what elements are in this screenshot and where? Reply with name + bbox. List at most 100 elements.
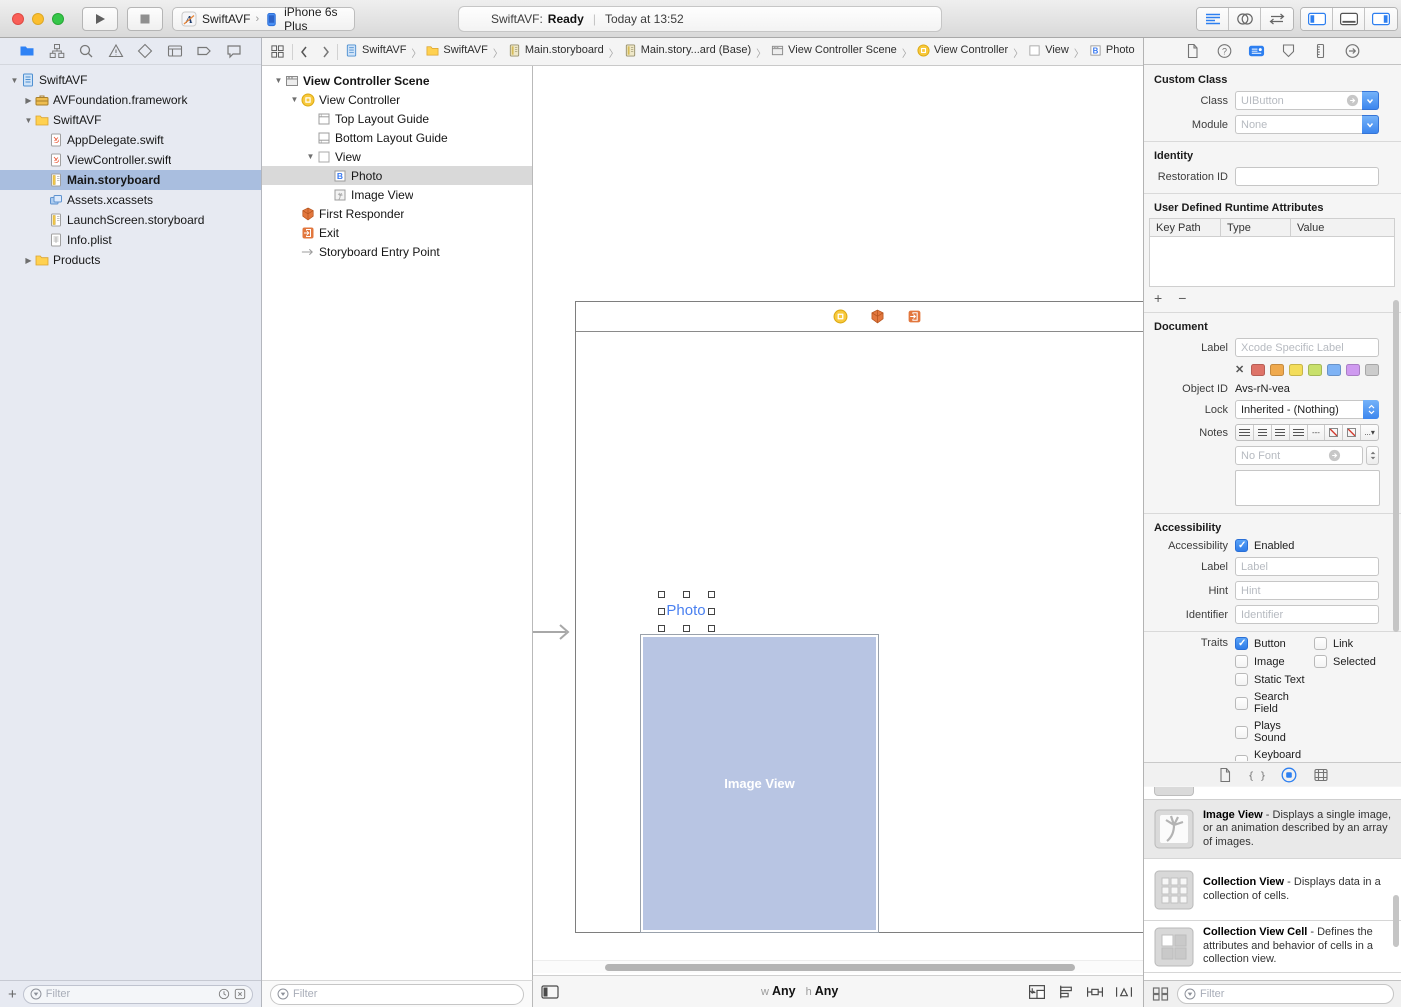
trait-checkbox-plays-sound[interactable] — [1235, 726, 1248, 739]
file-appdelegate-swift[interactable]: AppDelegate.swift — [0, 130, 261, 150]
trait-search-field[interactable]: Search Field — [1235, 691, 1314, 715]
outline-item-image-view[interactable]: Image View — [262, 185, 532, 204]
trait-plays-sound[interactable]: Plays Sound — [1235, 720, 1314, 744]
align-left-button[interactable] — [1236, 425, 1254, 440]
disclosure-triangle[interactable]: ▼ — [288, 95, 301, 104]
label-color-swatch[interactable] — [1327, 364, 1341, 376]
class-dropdown-button[interactable] — [1362, 91, 1379, 110]
breadcrumb-swiftavf[interactable]: SwiftAVF — [426, 44, 487, 57]
selection-handle[interactable] — [658, 591, 665, 598]
file-templates-tab-icon[interactable] — [1217, 767, 1233, 783]
label-color-swatch[interactable] — [1289, 364, 1303, 376]
outline-item-view-controller-scene[interactable]: ▼View Controller Scene — [262, 71, 532, 90]
navigator-filter-input[interactable] — [46, 988, 214, 1000]
close-button[interactable] — [12, 13, 24, 25]
file-main-storyboard[interactable]: Main.storyboard — [0, 170, 261, 190]
notes-textarea[interactable] — [1235, 470, 1380, 506]
outline-item-storyboard-entry-point[interactable]: Storyboard Entry Point — [262, 242, 532, 261]
lock-popup[interactable]: Inherited - (Nothing) — [1235, 400, 1379, 419]
breadcrumb-main-story-ard-base[interactable]: Main.story...ard (Base) — [624, 44, 751, 57]
class-input[interactable] — [1235, 91, 1362, 110]
file-viewcontroller-swift[interactable]: ViewController.swift — [0, 150, 261, 170]
outline-item-view-controller[interactable]: ▼View Controller — [262, 90, 532, 109]
forward-icon[interactable] — [322, 46, 330, 58]
label-color-swatch[interactable] — [1251, 364, 1265, 376]
outline-toggle-icon[interactable] — [541, 985, 559, 999]
disclosure-triangle[interactable]: ▶ — [22, 256, 35, 265]
run-button[interactable] — [82, 7, 118, 31]
exit-icon[interactable] — [907, 309, 922, 324]
attributes-inspector-tab-icon[interactable] — [1280, 43, 1297, 59]
accessibility-label-input[interactable] — [1235, 557, 1379, 576]
align-justify-button[interactable] — [1290, 425, 1308, 440]
zoom-button[interactable] — [52, 13, 64, 25]
no-fill-button[interactable] — [1325, 425, 1343, 440]
view-controller-icon[interactable] — [833, 309, 848, 324]
trait-checkbox-keyboard-key[interactable] — [1235, 755, 1248, 762]
file-avfoundation-framework[interactable]: ▶AVFoundation.framework — [0, 90, 261, 110]
quick-help-tab-icon[interactable]: ? — [1216, 43, 1233, 59]
dashes-button[interactable]: --- — [1308, 425, 1326, 440]
library-filter-field[interactable] — [1177, 984, 1394, 1004]
trait-checkbox-link[interactable] — [1314, 637, 1327, 650]
breakpoint-navigator-tab-icon[interactable] — [196, 43, 212, 59]
project-navigator-tab-icon[interactable] — [19, 43, 35, 59]
navigator-filter-field[interactable] — [23, 985, 253, 1004]
selection-handle[interactable] — [708, 608, 715, 615]
font-combo[interactable] — [1235, 446, 1363, 465]
file-swiftavf[interactable]: ▼SwiftAVF — [0, 70, 261, 90]
scheme-selector[interactable]: A SwiftAVF › iPhone 6s Plus — [172, 7, 355, 31]
disclosure-triangle[interactable]: ▼ — [304, 152, 317, 161]
remove-attribute-button[interactable]: − — [1178, 291, 1186, 305]
file-launchscreen-storyboard[interactable]: LaunchScreen.storyboard — [0, 210, 261, 230]
selection-handle[interactable] — [708, 625, 715, 632]
scrollbar-thumb[interactable] — [605, 964, 1075, 971]
file-swiftavf[interactable]: ▼SwiftAVF — [0, 110, 261, 130]
restoration-id-input[interactable] — [1235, 167, 1379, 186]
outline-item-first-responder[interactable]: First Responder — [262, 204, 532, 223]
add-file-button[interactable]: + — [8, 987, 17, 1002]
object-library-tab-icon[interactable] — [1281, 767, 1297, 783]
trait-checkbox-image[interactable] — [1235, 655, 1248, 668]
trait-static-text[interactable]: Static Text — [1235, 673, 1314, 686]
view-controller-canvas[interactable]: Photo Image View — [575, 301, 1143, 933]
size-inspector-tab-icon[interactable] — [1312, 43, 1329, 59]
label-color-swatch[interactable] — [1365, 364, 1379, 376]
selection-handle[interactable] — [708, 591, 715, 598]
trait-image[interactable]: Image — [1235, 655, 1314, 668]
runtime-attributes-body[interactable] — [1149, 237, 1395, 287]
resolve-auto-layout-icon[interactable] — [1115, 984, 1133, 1000]
more-formats-button[interactable]: ...▾ — [1361, 425, 1378, 440]
outline-item-exit[interactable]: Exit — [262, 223, 532, 242]
outline-item-photo[interactable]: BPhoto — [262, 166, 532, 185]
breadcrumb-view[interactable]: View — [1028, 44, 1069, 57]
align-center-button[interactable] — [1254, 425, 1272, 440]
report-navigator-tab-icon[interactable] — [226, 43, 242, 59]
trait-checkbox-search-field[interactable] — [1235, 697, 1248, 710]
library-item-collection-view[interactable]: Collection View - Displays data in a col… — [1144, 859, 1401, 921]
accessibility-identifier-input[interactable] — [1235, 605, 1379, 624]
module-combo[interactable] — [1235, 115, 1379, 134]
file-info-plist[interactable]: Info.plist — [0, 230, 261, 250]
module-dropdown-button[interactable] — [1362, 115, 1379, 134]
trait-link[interactable]: Link — [1314, 637, 1379, 650]
align-icon[interactable] — [1057, 984, 1075, 1000]
selection-handle[interactable] — [658, 625, 665, 632]
lock-stepper[interactable] — [1363, 400, 1379, 419]
outline-filter-field[interactable] — [270, 984, 524, 1005]
debug-navigator-tab-icon[interactable] — [167, 43, 183, 59]
no-border-button[interactable] — [1343, 425, 1361, 440]
jump-to-class-icon[interactable] — [1346, 94, 1359, 107]
connections-inspector-tab-icon[interactable] — [1344, 43, 1361, 59]
breadcrumb-swiftavf[interactable]: SwiftAVF — [345, 44, 406, 57]
first-responder-icon[interactable] — [870, 309, 885, 324]
class-combo[interactable] — [1235, 91, 1379, 110]
issue-navigator-tab-icon[interactable] — [108, 43, 124, 59]
accessibility-enabled-checkbox[interactable] — [1235, 539, 1248, 552]
storyboard-entry-point-arrow[interactable] — [533, 623, 577, 646]
add-attribute-button[interactable]: + — [1154, 291, 1162, 305]
code-snippets-tab-icon[interactable]: { } — [1249, 767, 1265, 783]
breadcrumb-main-storyboard[interactable]: Main.storyboard — [508, 44, 604, 57]
test-navigator-tab-icon[interactable] — [137, 43, 153, 59]
search-navigator-tab-icon[interactable] — [78, 43, 94, 59]
